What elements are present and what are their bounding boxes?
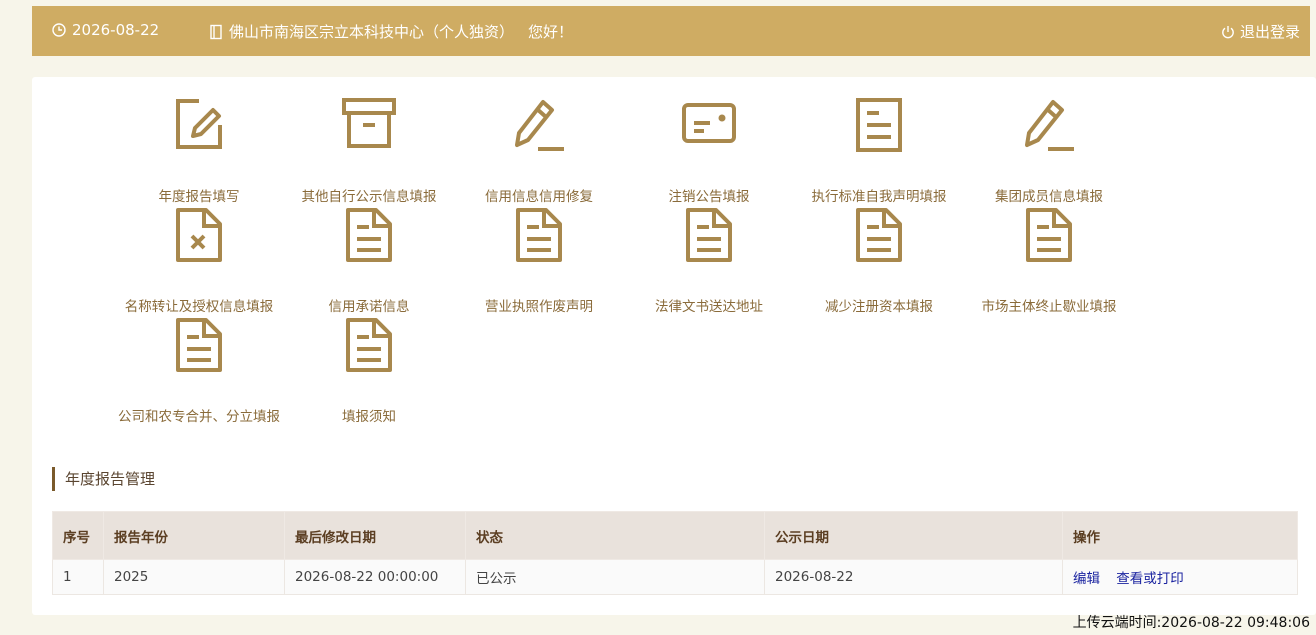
tile-label: 市场主体终止歇业填报 xyxy=(981,299,1117,315)
column-header: 公示日期 xyxy=(764,511,1063,560)
cell-no: 1 xyxy=(52,559,104,595)
column-header: 操作 xyxy=(1062,511,1298,560)
edit-link[interactable]: 编辑 xyxy=(1073,571,1100,587)
cell-year: 2025 xyxy=(103,559,285,595)
view-print-link[interactable]: 查看或打印 xyxy=(1116,571,1184,587)
tile-cancellation-notice[interactable]: 注销公告填报 xyxy=(624,97,794,205)
document-lines-icon xyxy=(284,207,454,267)
tile-license-void[interactable]: 营业执照作废声明 xyxy=(454,207,624,315)
document-lines-icon xyxy=(964,207,1134,267)
document-lines-icon xyxy=(284,317,454,377)
date-text: 2026-08-22 xyxy=(72,21,160,39)
document-icon xyxy=(794,97,964,157)
annual-report-table: 序号 报告年份 最后修改日期 状态 公示日期 操作 1 2025 2026-08… xyxy=(52,511,1298,595)
header-date: 2026-08-22 xyxy=(52,21,159,39)
tile-filing-instructions[interactable]: 填报须知 xyxy=(284,317,454,425)
pencil-icon xyxy=(454,97,624,157)
clock-icon xyxy=(52,23,66,37)
column-header: 报告年份 xyxy=(103,511,285,560)
cell-status: 已公示 xyxy=(465,559,765,595)
document-lines-icon xyxy=(794,207,964,267)
document-lines-icon xyxy=(454,207,624,267)
tile-credit-commitment[interactable]: 信用承诺信息 xyxy=(284,207,454,315)
tile-merger-split[interactable]: 公司和农专合并、分立填报 xyxy=(114,317,284,425)
cell-modified: 2026-08-22 00:00:00 xyxy=(284,559,466,595)
tile-annual-report[interactable]: 年度报告填写 xyxy=(114,97,284,205)
logout-label: 退出登录 xyxy=(1239,23,1300,41)
table-row: 1 2025 2026-08-22 00:00:00 已公示 2026-08-2… xyxy=(52,559,1298,595)
company-name: 佛山市南海区宗立本科技中心（个人独资） xyxy=(229,23,515,41)
upload-time: 上传云端时间:2026-08-22 09:48:06 xyxy=(1072,615,1310,631)
tile-label: 集团成员信息填报 xyxy=(995,189,1103,205)
edit-icon xyxy=(114,97,284,157)
id-card-icon xyxy=(624,97,794,157)
document-lines-icon xyxy=(114,317,284,377)
document-x-icon xyxy=(114,207,284,267)
column-header: 状态 xyxy=(465,511,765,560)
column-header: 最后修改日期 xyxy=(284,511,466,560)
table-header-row: 序号 报告年份 最后修改日期 状态 公示日期 操作 xyxy=(52,511,1298,560)
header-bar: 2026-08-22 佛山市南海区宗立本科技中心（个人独资） 您好！ 退出登录 xyxy=(32,6,1310,56)
tile-other-disclosure[interactable]: 其他自行公示信息填报 xyxy=(284,97,454,205)
tile-capital-reduction[interactable]: 减少注册资本填报 xyxy=(794,207,964,315)
archive-box-icon xyxy=(284,97,454,157)
tile-label: 填报须知 xyxy=(342,409,396,425)
section-title: 年度报告管理 xyxy=(52,467,155,491)
book-icon xyxy=(209,24,223,40)
cell-actions: 编辑 查看或打印 xyxy=(1062,559,1298,595)
tile-legal-address[interactable]: 法律文书送达地址 xyxy=(624,207,794,315)
document-lines-icon xyxy=(624,207,794,267)
cell-published: 2026-08-22 xyxy=(764,559,1063,595)
tile-name-transfer[interactable]: 名称转让及授权信息填报 xyxy=(114,207,284,315)
tile-group-members[interactable]: 集团成员信息填报 xyxy=(964,97,1134,205)
pencil-icon xyxy=(964,97,1134,157)
tile-credit-repair[interactable]: 信用信息信用修复 xyxy=(454,97,624,205)
header-company: 佛山市南海区宗立本科技中心（个人独资） 您好！ xyxy=(209,21,573,42)
tile-business-suspension[interactable]: 市场主体终止歇业填报 xyxy=(964,207,1134,315)
logout-button[interactable]: 退出登录 xyxy=(1221,21,1300,42)
main-panel: 年度报告填写 其他自行公示信息填报 信用信息信用修复 注销公告填报 执行标准自我… xyxy=(32,77,1316,615)
tile-standard-declaration[interactable]: 执行标准自我声明填报 xyxy=(794,97,964,205)
power-icon xyxy=(1221,25,1235,39)
greeting-text: 您好！ xyxy=(528,23,574,41)
column-header: 序号 xyxy=(52,511,104,560)
